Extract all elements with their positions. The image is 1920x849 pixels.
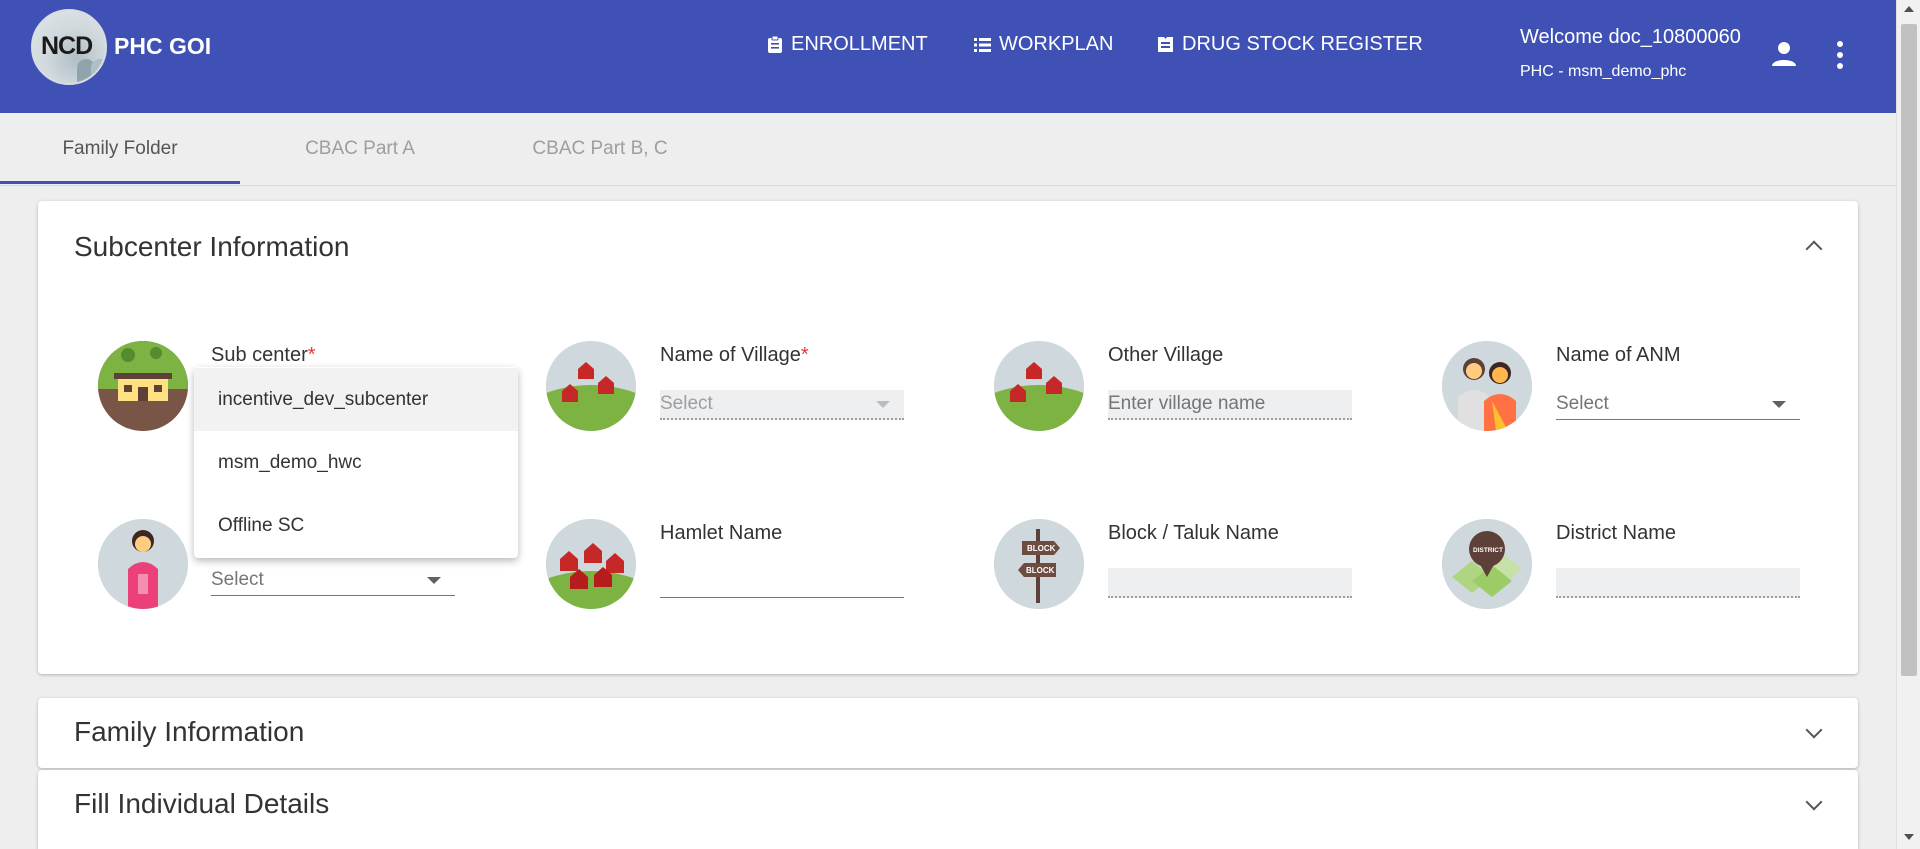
asha-select[interactable]: Select	[211, 566, 455, 596]
block-label: Block / Taluk Name	[1108, 522, 1279, 544]
dropdown-option[interactable]: msm_demo_hwc	[194, 431, 518, 494]
family-info-title[interactable]: Family Information	[74, 716, 304, 748]
nav-workplan[interactable]: WORKPLAN	[974, 33, 1113, 56]
anm-select[interactable]: Select	[1556, 390, 1800, 420]
welcome-text: Welcome doc_10800060	[1520, 26, 1741, 48]
list-icon	[974, 37, 991, 52]
anm-label: Name of ANM	[1556, 344, 1681, 366]
clipboard-icon	[768, 35, 782, 53]
anm-nurse-icon	[1442, 341, 1532, 431]
other-village-input[interactable]: Enter village name	[1108, 390, 1352, 420]
svg-text:BLOCK: BLOCK	[1027, 544, 1056, 553]
subcenter-label: Sub center*	[211, 344, 316, 366]
block-input	[1108, 568, 1352, 598]
hamlet-label: Hamlet Name	[660, 522, 783, 544]
individual-details-panel[interactable]: Fill Individual Details	[38, 770, 1858, 849]
dropdown-option[interactable]: Offline SC	[194, 494, 518, 557]
chevron-down-icon	[427, 577, 441, 584]
subcenter-dropdown-panel: incentive_dev_subcenter msm_demo_hwc Off…	[194, 367, 518, 558]
tab-bar: Family Folder CBAC Part A CBAC Part B, C	[0, 113, 1896, 186]
svg-text:DISTRICT: DISTRICT	[1473, 547, 1503, 554]
phc-label: PHC - msm_demo_phc	[1520, 63, 1687, 80]
village-label: Name of Village*	[660, 344, 809, 366]
chevron-down-icon	[876, 401, 890, 408]
ncd-logo: NCD	[31, 9, 107, 85]
page-scrollbar[interactable]	[1896, 0, 1920, 849]
nav-enrollment[interactable]: ENROLLMENT	[767, 33, 928, 56]
logo-figure	[91, 59, 105, 83]
individual-details-title[interactable]: Fill Individual Details	[74, 788, 329, 820]
district-label: District Name	[1556, 522, 1677, 544]
nav-drug-stock-label: DRUG STOCK REGISTER	[1182, 33, 1423, 55]
app-toolbar: NCD PHC GOI ENROLLMENT WORKPLAN DRUG STO…	[0, 0, 1896, 113]
dropdown-option[interactable]: incentive_dev_subcenter	[194, 368, 518, 431]
tab-cbac-part-bc[interactable]: CBAC Part B, C	[480, 113, 720, 185]
village-select[interactable]: Select	[660, 390, 904, 420]
more-vert-icon[interactable]	[1832, 40, 1848, 70]
nav-workplan-label: WORKPLAN	[999, 33, 1114, 55]
expand-chevron-icon[interactable]	[1805, 793, 1823, 811]
expand-chevron-icon[interactable]	[1805, 721, 1823, 739]
tab-family-folder[interactable]: Family Folder	[0, 113, 240, 185]
family-info-panel[interactable]: Family Information	[38, 698, 1858, 768]
hamlet-huts-icon	[546, 519, 636, 609]
village-houses-icon	[994, 341, 1084, 431]
village-houses-icon	[546, 341, 636, 431]
nav-enrollment-label: ENROLLMENT	[791, 33, 928, 55]
district-input	[1556, 568, 1800, 598]
tab-cbac-part-a[interactable]: CBAC Part A	[240, 113, 480, 185]
scroll-up-arrow-icon[interactable]	[1904, 6, 1914, 12]
register-icon	[1158, 37, 1173, 52]
svg-text:BLOCK: BLOCK	[1026, 566, 1055, 575]
nav-drug-stock-register[interactable]: DRUG STOCK REGISTER	[1157, 33, 1423, 56]
other-village-label: Other Village	[1108, 344, 1224, 366]
scroll-thumb[interactable]	[1901, 24, 1917, 676]
hamlet-input[interactable]	[660, 568, 904, 598]
chevron-down-icon	[1772, 401, 1786, 408]
asha-worker-icon	[98, 519, 188, 609]
health-center-icon	[98, 341, 188, 431]
account-icon[interactable]	[1770, 40, 1798, 68]
scroll-down-arrow-icon[interactable]	[1904, 834, 1914, 840]
collapse-chevron-icon[interactable]	[1805, 240, 1823, 258]
subcenter-panel-title[interactable]: Subcenter Information	[74, 231, 350, 263]
active-tab-indicator	[0, 181, 240, 184]
district-map-pin-icon: DISTRICT	[1442, 519, 1532, 609]
block-signpost-icon: BLOCK BLOCK	[994, 519, 1084, 609]
logo-text: NCD	[41, 32, 93, 60]
app-name: PHC GOI	[114, 33, 212, 59]
